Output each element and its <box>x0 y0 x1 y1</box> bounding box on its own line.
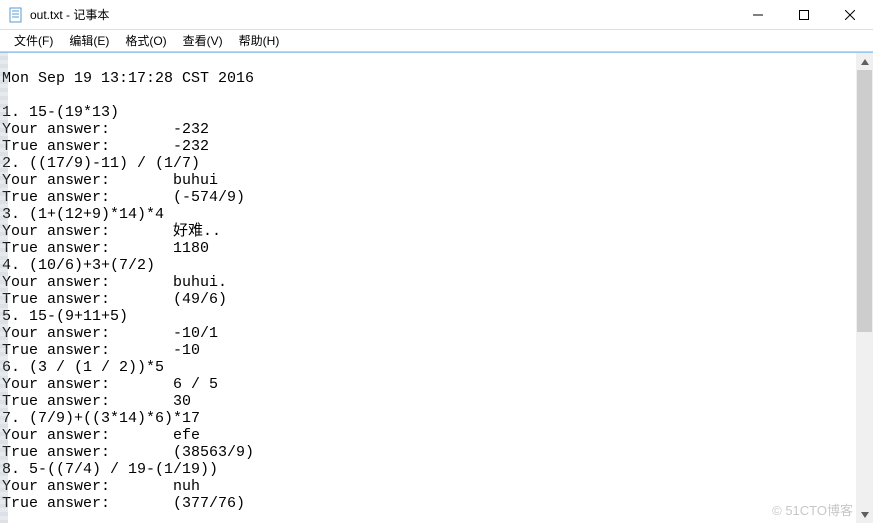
menu-help[interactable]: 帮助(H) <box>231 30 288 51</box>
minimize-button[interactable] <box>735 0 781 29</box>
menu-edit[interactable]: 编辑(E) <box>61 30 117 51</box>
maximize-button[interactable] <box>781 0 827 29</box>
scroll-thumb[interactable] <box>857 70 872 332</box>
menu-bar: 文件(F) 编辑(E) 格式(O) 查看(V) 帮助(H) <box>0 30 873 52</box>
title-bar: out.txt - 记事本 <box>0 0 873 30</box>
window-title: out.txt - 记事本 <box>30 6 735 23</box>
menu-format[interactable]: 格式(O) <box>117 30 174 51</box>
close-button[interactable] <box>827 0 873 29</box>
editor-area: Mon Sep 19 13:17:28 CST 2016 1. 15-(19*1… <box>0 52 873 523</box>
scroll-down-button[interactable] <box>856 506 873 523</box>
scroll-track[interactable] <box>856 70 873 506</box>
text-content[interactable]: Mon Sep 19 13:17:28 CST 2016 1. 15-(19*1… <box>0 53 856 523</box>
scroll-up-button[interactable] <box>856 53 873 70</box>
vertical-scrollbar[interactable] <box>856 53 873 523</box>
menu-view[interactable]: 查看(V) <box>175 30 231 51</box>
notepad-icon <box>8 7 24 23</box>
window-controls <box>735 0 873 29</box>
menu-file[interactable]: 文件(F) <box>6 30 61 51</box>
